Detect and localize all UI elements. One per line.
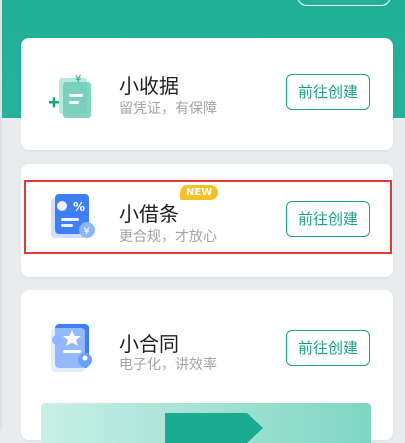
svg-text:%: % (73, 200, 85, 214)
new-badge: NEW (180, 185, 219, 200)
card-subtitle: 电子化，讲效率 (119, 357, 217, 373)
card-subtitle: 更合规，才放心 (119, 229, 217, 245)
create-receipt-button[interactable]: 前往创建 (286, 74, 370, 110)
header-pill[interactable] (297, 0, 391, 6)
card-subtitle: 留凭证，有保障 (119, 101, 217, 117)
receipt-card[interactable]: ¥ 小收据 留凭证，有保障 前往创建 (21, 38, 393, 150)
banner-tab (165, 413, 263, 443)
svg-text:¥: ¥ (75, 74, 81, 85)
iou-percent-icon: % ¥ (45, 190, 101, 246)
card-title: 小收据 (119, 74, 179, 98)
contract-card[interactable]: 小合同 电子化，讲效率 前往创建 (21, 290, 393, 443)
card-title: 小合同 (119, 332, 179, 356)
create-iou-button[interactable]: 前往创建 (286, 201, 370, 237)
contract-star-icon (45, 318, 101, 374)
card-title: 小借条 (119, 202, 179, 226)
promo-banner[interactable] (41, 403, 371, 443)
page-edge (0, 0, 2, 430)
svg-text:¥: ¥ (84, 226, 90, 237)
receipt-yuan-icon: ¥ (45, 68, 101, 124)
create-contract-button[interactable]: 前往创建 (286, 330, 370, 366)
iou-card[interactable]: % ¥ 小借条 更合规，才放心 前往创建 (21, 164, 393, 277)
